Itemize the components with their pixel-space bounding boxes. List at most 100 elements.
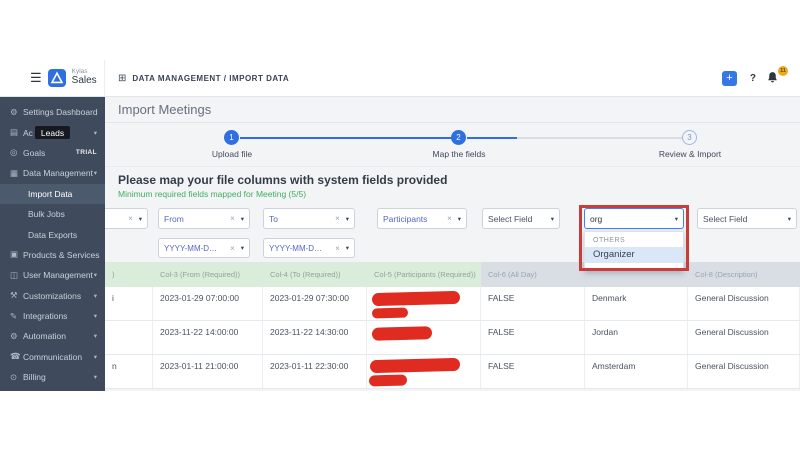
field-select-description[interactable]: Select Field ▾	[697, 208, 797, 229]
stepper-connector	[467, 137, 517, 139]
column-header: Col-6 (All Day)	[481, 262, 585, 287]
clear-icon[interactable]: ×	[230, 244, 235, 253]
sidebar-item-label: Ac	[23, 127, 33, 138]
cell-participants-redacted	[367, 321, 481, 354]
clear-icon[interactable]: ×	[335, 214, 340, 223]
date-format-select-from[interactable]: YYYY-MM-DD H... × ▾	[158, 238, 250, 258]
field-select-value: Participants	[383, 213, 428, 224]
chevron-down-icon: ▾	[93, 353, 97, 361]
sidebar-item-data-management[interactable]: ▦ Data Management ▾	[0, 163, 105, 183]
date-format-value: YYYY-MM-DD H...	[164, 243, 222, 253]
dropdown-group-label: OTHERS	[593, 237, 626, 244]
cell-organizer: Denmark	[585, 287, 688, 320]
integrations-icon: ✎	[10, 310, 18, 321]
cell: i	[105, 287, 153, 320]
date-format-value: YYYY-MM-DD H...	[269, 243, 327, 253]
redaction-mark	[371, 326, 433, 341]
sidebar-nav: ⚙ Settings Dashboard ▤ Ac Leads ▾ ◎ Goal…	[0, 97, 105, 391]
sidebar-item-leads[interactable]: ▤ Ac Leads ▾	[0, 122, 105, 142]
cell-description: General Discussion	[688, 355, 800, 388]
step-2-circle[interactable]: 2	[451, 130, 466, 145]
clear-icon[interactable]: ×	[230, 214, 235, 223]
sidebar-item-communication[interactable]: ☎ Communication ▾	[0, 347, 105, 367]
column-header: Col-8 (Description)	[688, 262, 800, 287]
chevron-down-icon: ▾	[787, 215, 791, 223]
sidebar-item-label: Settings Dashboard	[23, 107, 98, 118]
step-2-label: Map the fields	[432, 149, 486, 159]
sidebar-item-label: Products & Services	[23, 249, 100, 260]
chevron-down-icon: ▾	[93, 170, 97, 178]
dropdown-option-organizer[interactable]: Organizer	[585, 247, 683, 263]
chevron-down-icon: ▾	[345, 215, 349, 223]
field-select-all-day[interactable]: Select Field ▾	[482, 208, 560, 229]
table-row: i 2023-01-29 07:00:00 2023-01-29 07:30:0…	[105, 287, 800, 321]
hamburger-menu-icon[interactable]: ☰	[30, 70, 42, 86]
app-window: ☰ Kylas Sales ⊞ DATA MANAGEMENT / IMPORT…	[0, 60, 800, 391]
sidebar-item-user-management[interactable]: ◫ User Management ▾	[0, 265, 105, 285]
sidebar-item-bulk-jobs[interactable]: Bulk Jobs	[0, 204, 105, 224]
step-1-circle[interactable]: 1	[224, 130, 239, 145]
sidebar-item-label: Integrations	[23, 311, 68, 322]
clear-icon[interactable]: ×	[447, 214, 452, 223]
quick-add-button[interactable]: +	[722, 71, 737, 86]
sidebar-item-goals[interactable]: ◎ Goals TRIAL	[0, 143, 105, 163]
sidebar-item-import-data[interactable]: Import Data	[0, 183, 105, 204]
field-search-input[interactable]	[590, 213, 652, 224]
data-management-icon: ▦	[10, 167, 19, 178]
sidebar-item-automation[interactable]: ⚙ Automation ▾	[0, 326, 105, 346]
step-3-circle[interactable]: 3	[682, 130, 697, 145]
communication-icon: ☎	[10, 351, 21, 362]
table-row: n 2023-01-11 21:00:00 2023-01-11 22:30:0…	[105, 355, 800, 389]
trial-badge: TRIAL	[75, 149, 97, 157]
breadcrumb-text: DATA MANAGEMENT / IMPORT DATA	[132, 73, 290, 83]
grid-icon: ⊞	[118, 72, 127, 84]
field-select-value: Select Field	[488, 213, 533, 224]
leads-icon: ▤	[10, 127, 19, 138]
gear-icon: ⚙	[10, 106, 18, 117]
field-select-participants[interactable]: Participants × ▾	[377, 208, 467, 229]
clear-icon[interactable]: ×	[128, 214, 133, 223]
mapping-heading: Please map your file columns with system…	[118, 173, 448, 187]
sidebar-item-customizations[interactable]: ⚒ Customizations ▾	[0, 286, 105, 306]
sidebar-item-label: Goals	[23, 147, 46, 158]
leads-tooltip: Leads	[34, 126, 71, 140]
clear-icon[interactable]: ×	[335, 244, 340, 253]
chevron-down-icon: ▾	[93, 272, 97, 280]
chevron-down-icon: ▾	[345, 245, 349, 252]
chevron-down-icon: ▾	[93, 313, 97, 321]
column-header: Col-3 (From (Required))	[153, 262, 263, 287]
cell-to: 2023-01-11 22:30:00	[263, 355, 367, 388]
cell-all-day: FALSE	[481, 355, 585, 388]
step-1-label: Upload file	[211, 149, 253, 159]
notification-count-badge: 11	[778, 66, 788, 76]
help-button[interactable]: ?	[750, 73, 756, 84]
goals-icon: ◎	[10, 147, 18, 158]
sidebar-item-label: Billing	[23, 372, 46, 383]
screenshot-canvas: ☰ Kylas Sales ⊞ DATA MANAGEMENT / IMPORT…	[0, 0, 800, 450]
chevron-down-icon: ▾	[240, 215, 244, 223]
field-select-from[interactable]: From × ▾	[158, 208, 250, 229]
sidebar-item-label: Customizations	[23, 290, 82, 301]
sidebar-item-settings-dashboard[interactable]: ⚙ Settings Dashboard	[0, 102, 105, 122]
chevron-down-icon: ▾	[93, 333, 97, 341]
chevron-down-icon: ▾	[550, 215, 554, 223]
date-format-select-to[interactable]: YYYY-MM-DD H... × ▾	[263, 238, 355, 258]
sidebar-item-billing[interactable]: ⊙ Billing ▾	[0, 367, 105, 387]
field-select-organizer-search[interactable]: ▾	[584, 208, 684, 229]
sidebar-item-data-exports[interactable]: Data Exports	[0, 224, 105, 244]
sidebar-item-label: User Management	[23, 270, 93, 281]
redaction-mark	[371, 307, 409, 319]
main-content: Import Meetings 1 2 3 Upload file Map th…	[105, 97, 800, 391]
sidebar-item-products-services[interactable]: ▣ Products & Services	[0, 245, 105, 265]
cell-organizer: Jordan	[585, 321, 688, 354]
billing-icon: ⊙	[10, 371, 18, 382]
cell-description: General Discussion	[688, 321, 800, 354]
field-select-cutoff[interactable]: × ▾	[105, 208, 148, 229]
cell-description: General Discussion	[688, 287, 800, 320]
cell-all-day: FALSE	[481, 321, 585, 354]
sidebar-item-integrations[interactable]: ✎ Integrations ▾	[0, 306, 105, 326]
field-select-to[interactable]: To × ▾	[263, 208, 355, 229]
redaction-mark	[369, 357, 461, 374]
table-row: 2023-11-22 14:00:00 2023-11-22 14:30:00 …	[105, 321, 800, 355]
field-options-dropdown: OTHERS Organizer	[584, 231, 684, 271]
